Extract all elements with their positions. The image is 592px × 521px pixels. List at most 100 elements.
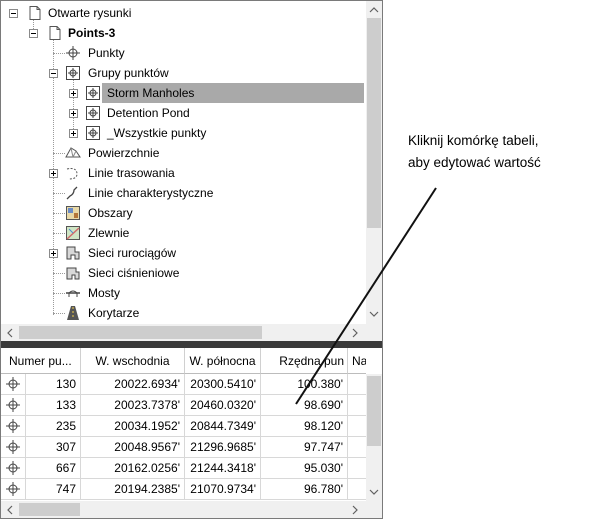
table-cell[interactable]: 747 xyxy=(26,479,81,500)
tree-item-label: Otwarte rysunki xyxy=(48,6,132,20)
table-cell[interactable] xyxy=(348,458,366,479)
table-cell[interactable] xyxy=(348,395,366,416)
tree-item-catchments[interactable]: Zlewnie xyxy=(1,223,361,243)
pipe-network-icon xyxy=(66,246,80,260)
tree-item-all-points[interactable]: _Wszystkie punkty xyxy=(1,123,361,143)
tree-item-pipe-networks[interactable]: Sieci rurociągów xyxy=(1,243,361,263)
tree-item-alignments[interactable]: Linie trasowania xyxy=(1,163,361,183)
point-group-icon xyxy=(86,86,100,100)
column-header-northing[interactable]: W. północna xyxy=(185,348,261,374)
tree-item-feature-lines[interactable]: Linie charakterystyczne xyxy=(1,183,361,203)
scroll-down-icon[interactable] xyxy=(367,485,381,499)
tree-vertical-scrollbar[interactable] xyxy=(366,1,382,324)
tree-item-pressure-networks[interactable]: Sieci ciśnieniowe xyxy=(1,263,361,283)
tree-horizontal-scroll-thumb[interactable] xyxy=(19,326,262,339)
collapse-icon[interactable] xyxy=(29,29,38,38)
scroll-up-icon[interactable] xyxy=(367,3,381,17)
tree-vertical-scroll-thumb[interactable] xyxy=(367,18,381,228)
table-cell[interactable]: 96.780' xyxy=(261,479,348,500)
tree-item-surfaces[interactable]: Powierzchnie xyxy=(1,143,361,163)
table-cell[interactable]: 20844.7349' xyxy=(185,416,261,437)
expand-icon[interactable] xyxy=(49,249,58,258)
table-cell[interactable]: 98.120' xyxy=(261,416,348,437)
table-cell[interactable]: 20300.5410' xyxy=(185,374,261,395)
column-header-label: Rzędna pun xyxy=(279,354,344,368)
expand-icon[interactable] xyxy=(69,129,78,138)
table-cell[interactable]: 20162.0256' xyxy=(81,458,185,479)
scrollbar-corner xyxy=(366,324,382,341)
tree-item-label: Storm Manholes xyxy=(107,86,195,100)
table-cell[interactable]: 20022.6934' xyxy=(81,374,185,395)
tree-view: Otwarte rysunki Points-3 Punkty Grupy pu… xyxy=(1,1,382,341)
scroll-right-icon[interactable] xyxy=(348,503,362,517)
surface-icon xyxy=(65,147,81,158)
tree-item-corridors[interactable]: Korytarze xyxy=(1,303,361,323)
table-cell[interactable]: 307 xyxy=(26,437,81,458)
column-header-easting[interactable]: W. wschodnia xyxy=(81,348,185,374)
table-cell[interactable]: 130 xyxy=(26,374,81,395)
table-horizontal-scrollbar[interactable] xyxy=(1,501,366,518)
table-cell[interactable]: 20048.9567' xyxy=(81,437,185,458)
tree-item-label: Sieci ciśnieniowe xyxy=(88,266,180,280)
row-icon-cell[interactable] xyxy=(1,458,26,479)
table-cell[interactable]: 235 xyxy=(26,416,81,437)
tree-item-open-drawings[interactable]: Otwarte rysunki xyxy=(1,3,361,23)
callout-line-1: Kliknij komórkę tabeli, xyxy=(408,133,539,148)
tree-item-points[interactable]: Punkty xyxy=(1,43,361,63)
callout-line-2: aby edytować wartość xyxy=(408,155,541,170)
collapse-icon[interactable] xyxy=(49,69,58,78)
table-cell[interactable]: 667 xyxy=(26,458,81,479)
table-cell[interactable]: 20023.7378' xyxy=(81,395,185,416)
expand-icon[interactable] xyxy=(49,169,58,178)
column-header-label: Numer pu... xyxy=(9,354,72,368)
table-cell[interactable] xyxy=(348,479,366,500)
pane-splitter[interactable] xyxy=(1,341,382,348)
callout-annotation: Kliknij komórkę tabeli, aby edytować war… xyxy=(408,130,588,174)
table-cell[interactable] xyxy=(348,437,366,458)
tree-item-point-groups[interactable]: Grupy punktów xyxy=(1,63,361,83)
tree-item-detention-pond[interactable]: Detention Pond xyxy=(1,103,361,123)
row-icon-cell[interactable] xyxy=(1,395,26,416)
column-header-name[interactable]: Na xyxy=(348,348,366,374)
table-cell[interactable]: 97.747' xyxy=(261,437,348,458)
row-icon-cell[interactable] xyxy=(1,416,26,437)
column-header-elevation[interactable]: Rzędna pun xyxy=(261,348,348,374)
table-cell[interactable]: 133 xyxy=(26,395,81,416)
tree-item-bridges[interactable]: Mosty xyxy=(1,283,361,303)
expand-icon[interactable] xyxy=(69,89,78,98)
table-cell[interactable]: 21070.9734' xyxy=(185,479,261,500)
scroll-right-icon[interactable] xyxy=(348,326,362,340)
table-horizontal-scroll-thumb[interactable] xyxy=(19,503,80,516)
expand-icon[interactable] xyxy=(69,109,78,118)
table-cell[interactable]: 20460.0320' xyxy=(185,395,261,416)
tree-horizontal-scrollbar[interactable] xyxy=(1,324,366,341)
tree-item-label: Sieci rurociągów xyxy=(88,246,177,260)
table-cell[interactable] xyxy=(348,374,366,395)
table-cell[interactable]: 20194.2385' xyxy=(81,479,185,500)
table-cell[interactable] xyxy=(348,416,366,437)
table-cell[interactable]: 100.380' xyxy=(261,374,348,395)
row-icon-cell[interactable] xyxy=(1,374,26,395)
tree-item-label: Linie trasowania xyxy=(88,166,175,180)
table-vertical-scrollbar[interactable] xyxy=(366,374,382,501)
table-cell[interactable]: 21296.9685' xyxy=(185,437,261,458)
table-cell[interactable]: 21244.3418' xyxy=(185,458,261,479)
scroll-left-icon[interactable] xyxy=(3,326,17,340)
tree-item-sites[interactable]: Obszary xyxy=(1,203,361,223)
tree-item-drawing[interactable]: Points-3 xyxy=(1,23,361,43)
row-icon-cell[interactable] xyxy=(1,437,26,458)
table-vertical-scroll-thumb[interactable] xyxy=(367,376,381,446)
table-cell[interactable]: 20034.1952' xyxy=(81,416,185,437)
point-icon xyxy=(6,419,20,433)
column-header-point-number[interactable]: Numer pu... xyxy=(1,348,81,374)
scroll-down-icon[interactable] xyxy=(367,307,381,321)
scroll-left-icon[interactable] xyxy=(3,503,17,517)
point-group-icon xyxy=(66,66,80,80)
tree-item-label: Grupy punktów xyxy=(88,66,169,80)
point-icon xyxy=(6,377,20,391)
table-cell[interactable]: 95.030' xyxy=(261,458,348,479)
collapse-icon[interactable] xyxy=(9,9,18,18)
tree-item-storm-manholes[interactable]: Storm Manholes xyxy=(1,83,361,103)
table-cell[interactable]: 98.690' xyxy=(261,395,348,416)
row-icon-cell[interactable] xyxy=(1,479,26,500)
